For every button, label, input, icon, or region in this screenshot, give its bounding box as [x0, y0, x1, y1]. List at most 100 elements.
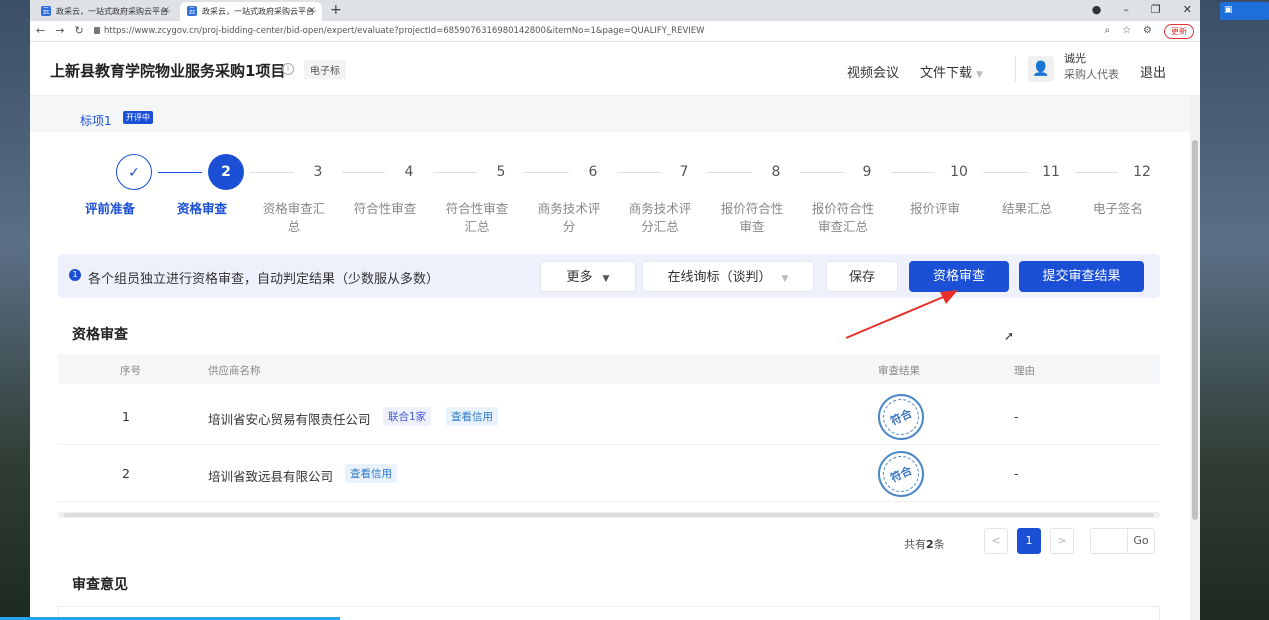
step-3-label[interactable]: 资格审查汇总 — [254, 200, 334, 236]
save-button[interactable]: 保存 — [826, 261, 898, 292]
logout-link[interactable]: 退出 — [1140, 62, 1166, 81]
result-stamp-text: 符合 — [877, 450, 925, 498]
prev-page-button[interactable]: < — [984, 528, 1008, 554]
submit-review-button[interactable]: 提交审查结果 — [1019, 261, 1144, 292]
page-jump-input[interactable] — [1090, 528, 1128, 554]
tab-title: 政采云，一站式政府采购云平台· — [56, 7, 171, 16]
step-4-indicator[interactable]: 4 — [391, 154, 427, 190]
result-stamp: 符合 — [877, 450, 925, 498]
step-connector — [891, 172, 935, 173]
minimize-icon[interactable]: – — [1123, 3, 1129, 16]
step-6-indicator[interactable]: 6 — [575, 154, 611, 190]
avatar[interactable]: 👤 — [1028, 56, 1054, 82]
step-label-line1: 报价符合性 — [720, 201, 784, 216]
info-icon[interactable]: i — [282, 63, 294, 75]
step-10-indicator[interactable]: 10 — [941, 154, 977, 190]
row-index: 2 — [122, 466, 130, 481]
step-connector — [617, 172, 660, 173]
page-1-button[interactable]: 1 — [1017, 528, 1041, 554]
step-3-indicator[interactable]: 3 — [300, 154, 336, 190]
status-badge: 开评中 — [123, 111, 153, 124]
video-meeting-link[interactable]: 视频会议 — [847, 62, 899, 81]
update-button[interactable]: 更新 — [1164, 24, 1194, 39]
step-12-indicator[interactable]: 12 — [1124, 154, 1160, 190]
lock-icon[interactable] — [94, 27, 100, 34]
online-inquiry-dropdown[interactable]: 在线询标（谈判） ▼ — [642, 261, 814, 292]
next-page-button[interactable]: > — [1050, 528, 1074, 554]
step-1-label[interactable]: 评前准备 — [70, 200, 150, 218]
more-dropdown[interactable]: 更多 ▼ — [540, 261, 636, 292]
profile-icon[interactable]: ● — [1092, 3, 1102, 16]
step-11-indicator[interactable]: 11 — [1033, 154, 1069, 190]
step-connector — [250, 172, 294, 173]
step-label-line1: 商务技术评 — [628, 201, 692, 216]
app-header: 上新县教育学院物业服务采购1项目 i 电子标 视频会议 文件下载 ▼ 👤 诚光 采… — [30, 42, 1200, 96]
reason-cell: - — [1014, 466, 1019, 481]
opinion-title: 审查意见 — [72, 577, 128, 593]
browser-tab-2[interactable]: 云 政采云，一站式政府采购云平台· × — [180, 2, 322, 21]
file-download-label: 文件下载 — [920, 66, 973, 81]
new-tab-icon[interactable]: + — [330, 2, 342, 18]
step-5-label[interactable]: 符合性审查 汇总 — [437, 200, 517, 236]
step-1-indicator[interactable]: ✓ — [116, 154, 152, 190]
step-label-line2: 审查汇总 — [817, 219, 868, 234]
step-label-line1: 报价评审 — [909, 201, 960, 216]
lot-tab[interactable]: 标项1 — [80, 112, 112, 129]
online-inquiry-label: 在线询标（谈判） — [667, 270, 772, 285]
page-title: 上新县教育学院物业服务采购1项目 — [50, 62, 286, 80]
divider — [1015, 56, 1016, 82]
step-9-indicator[interactable]: 9 — [849, 154, 885, 190]
desktop-window-icon[interactable]: ▣ — [1220, 2, 1269, 20]
pagination-suffix: 条 — [933, 538, 945, 551]
step-10-label[interactable]: 报价评审 — [895, 200, 975, 218]
file-download-dropdown[interactable]: 文件下载 ▼ — [920, 62, 983, 81]
step-11-label[interactable]: 结果汇总 — [987, 200, 1067, 218]
step-12-label[interactable]: 电子签名 — [1078, 200, 1158, 218]
url-field[interactable]: https://www.zcygov.cn/proj-bidding-cente… — [104, 26, 705, 36]
page-body: 标项1 开评中 ✓ 评前准备 2 资格审查 3 资格审查汇总 4 符合性审查 5 符合性审查 汇总 6… — [30, 96, 1190, 620]
step-label-line2: 汇总 — [464, 219, 490, 234]
close-window-icon[interactable]: ✕ — [1183, 3, 1192, 16]
step-label-line1: 资格审查 — [176, 201, 227, 216]
view-credit-link[interactable]: 查看信用 — [446, 407, 498, 426]
tab-strip: 云 政采云，一站式政府采购云平台· × 云 政采云，一站式政府采购云平台· × … — [30, 0, 1200, 21]
go-button[interactable]: Go — [1127, 528, 1155, 554]
step-4-label[interactable]: 符合性审查 — [345, 200, 425, 218]
step-label-line1: 符合性审查 — [445, 201, 509, 216]
extension-icon[interactable]: ⚙ — [1143, 25, 1152, 36]
maximize-icon[interactable]: ❐ — [1151, 3, 1161, 16]
reason-cell: - — [1014, 409, 1019, 424]
step-label-line2: 审查 — [739, 219, 765, 234]
step-label-line1: 商务技术评 — [537, 201, 601, 216]
back-icon[interactable]: ← — [36, 24, 45, 37]
row-index: 1 — [122, 409, 130, 424]
step-label-line1: 符合性审查 — [353, 201, 417, 216]
consortium-tag[interactable]: 联合1家 — [383, 407, 432, 426]
zoom-icon[interactable]: ⌕ — [1104, 25, 1110, 36]
step-6-label[interactable]: 商务技术评分 — [529, 200, 609, 236]
step-8-label[interactable]: 报价符合性 审查 — [712, 200, 792, 236]
qualify-review-button[interactable]: 资格审查 — [909, 261, 1009, 292]
step-9-label[interactable]: 报价符合性 审查汇总 — [803, 200, 883, 236]
forward-icon[interactable]: → — [55, 24, 64, 37]
star-icon[interactable]: ☆ — [1122, 25, 1131, 36]
pagination-total: 共有2条 — [904, 536, 945, 552]
close-icon[interactable]: × — [308, 5, 316, 16]
view-credit-link[interactable]: 查看信用 — [345, 464, 397, 483]
browser-tab-1[interactable]: 云 政采云，一站式政府采购云平台· × — [34, 2, 176, 21]
reload-icon[interactable]: ↻ — [74, 24, 83, 37]
step-5-indicator[interactable]: 5 — [483, 154, 519, 190]
result-stamp: 符合 — [877, 393, 925, 441]
step-7-indicator[interactable]: 7 — [666, 154, 702, 190]
step-7-label[interactable]: 商务技术评 分汇总 — [620, 200, 700, 236]
step-connector — [983, 172, 1027, 173]
close-icon[interactable]: × — [162, 5, 170, 16]
vertical-scroll-thumb[interactable] — [1192, 140, 1198, 520]
step-label-line1: 电子签名 — [1092, 201, 1143, 216]
step-8-indicator[interactable]: 8 — [758, 154, 794, 190]
step-connector — [158, 172, 202, 173]
step-2-label[interactable]: 资格审查 — [162, 200, 242, 218]
horizontal-scroll-thumb[interactable] — [64, 513, 1154, 517]
step-2-indicator[interactable]: 2 — [208, 154, 244, 190]
step-connector — [1075, 172, 1118, 173]
